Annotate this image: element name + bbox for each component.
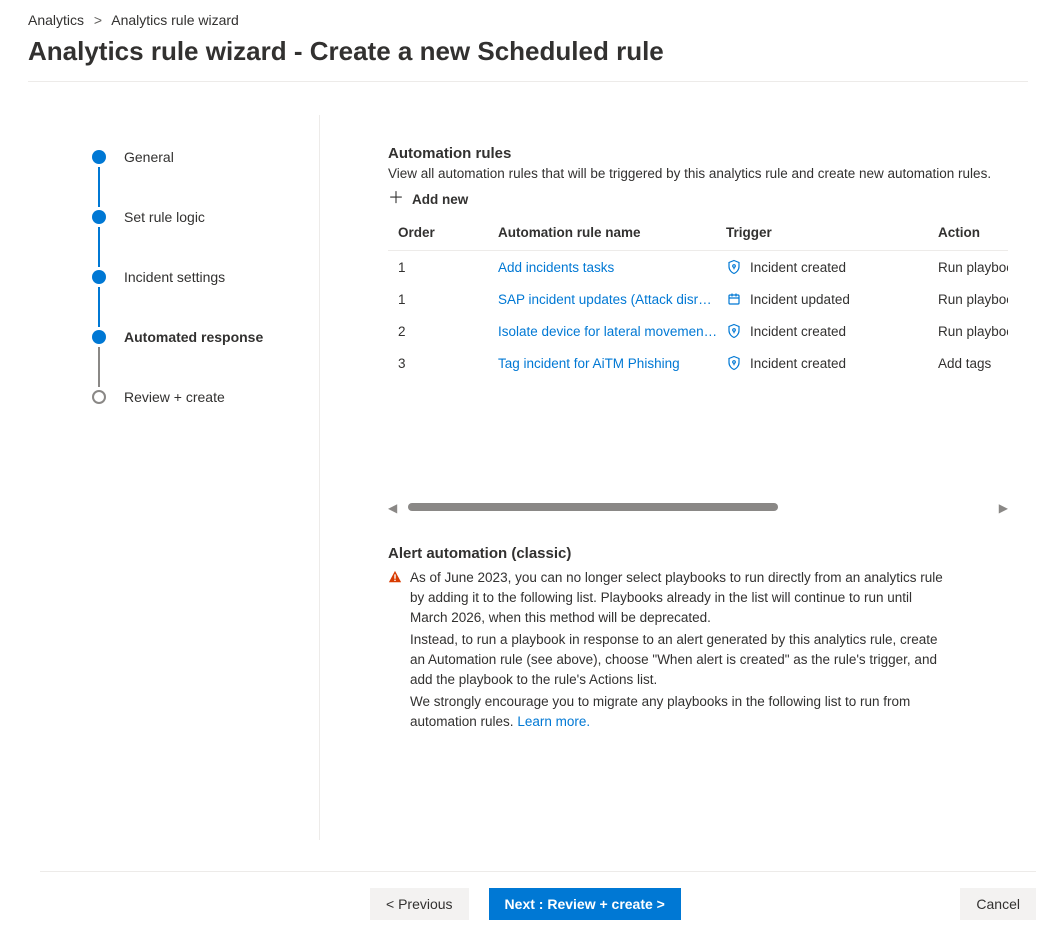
cell-order: 1 — [398, 292, 498, 307]
shield-icon — [726, 323, 742, 339]
step-incident-settings[interactable]: Incident settings — [92, 265, 319, 289]
step-label: Automated response — [124, 329, 263, 345]
cell-trigger: Incident created — [726, 323, 938, 339]
automation-rules-title: Automation rules — [388, 145, 1036, 162]
cell-action: Add tags — [938, 356, 1008, 371]
step-review-create[interactable]: Review + create — [92, 385, 319, 409]
shield-icon — [726, 259, 742, 275]
page-title: Analytics rule wizard - Create a new Sch… — [0, 36, 1056, 81]
col-header-name[interactable]: Automation rule name — [498, 225, 726, 240]
cell-order: 1 — [398, 260, 498, 275]
breadcrumb: Analytics > Analytics rule wizard — [0, 0, 1056, 36]
rule-name-link[interactable]: Add incidents tasks — [498, 260, 726, 275]
alert-paragraph: As of June 2023, you can no longer selec… — [410, 568, 948, 628]
alert-text: As of June 2023, you can no longer selec… — [410, 568, 948, 734]
scroll-track[interactable] — [408, 503, 988, 511]
divider — [28, 81, 1028, 82]
automation-rules-table: Order Automation rule name Trigger Actio… — [388, 215, 1008, 379]
step-label: Incident settings — [124, 269, 225, 285]
next-button[interactable]: Next : Review + create > — [489, 888, 681, 920]
cell-action: Run playbook — [938, 324, 1008, 339]
rule-name-link[interactable]: SAP incident updates (Attack disruption) — [498, 292, 726, 307]
cell-action: Run playbook — [938, 292, 1008, 307]
add-new-label: Add new — [412, 192, 468, 207]
step-connector — [98, 167, 100, 207]
scroll-left-icon[interactable]: ◀ — [388, 501, 397, 515]
step-dot-icon — [92, 390, 106, 404]
alert-paragraph: We strongly encourage you to migrate any… — [410, 692, 948, 732]
wizard-stepper: General Set rule logic Incident settings… — [40, 115, 320, 840]
rule-name-link[interactable]: Isolate device for lateral movement tact… — [498, 324, 726, 339]
plus-icon: ＋ — [388, 191, 404, 207]
horizontal-scrollbar[interactable]: ◀ ▶ — [388, 499, 1008, 515]
table-header: Order Automation rule name Trigger Actio… — [388, 215, 1008, 251]
col-header-trigger[interactable]: Trigger — [726, 225, 938, 240]
cell-trigger: Incident updated — [726, 291, 938, 307]
update-icon — [726, 291, 742, 307]
step-label: General — [124, 149, 174, 165]
previous-button[interactable]: < Previous — [370, 888, 469, 920]
scroll-thumb[interactable] — [408, 503, 778, 511]
step-label: Set rule logic — [124, 209, 205, 225]
table-row: 3Tag incident for AiTM PhishingIncident … — [388, 347, 1008, 379]
col-header-order[interactable]: Order — [398, 225, 498, 240]
breadcrumb-separator: > — [94, 12, 102, 28]
step-set-rule-logic[interactable]: Set rule logic — [92, 205, 319, 229]
step-label: Review + create — [124, 389, 225, 405]
col-header-action[interactable]: Action — [938, 225, 1008, 240]
cell-order: 3 — [398, 356, 498, 371]
learn-more-link[interactable]: Learn more. — [517, 714, 590, 729]
wizard-footer: < Previous Next : Review + create > Canc… — [40, 871, 1036, 920]
shield-icon — [726, 355, 742, 371]
step-dot-icon — [92, 270, 106, 284]
table-row: 1SAP incident updates (Attack disruption… — [388, 283, 1008, 315]
alert-automation-title: Alert automation (classic) — [388, 545, 948, 562]
cancel-button[interactable]: Cancel — [960, 888, 1036, 920]
step-general[interactable]: General — [92, 145, 319, 169]
step-dot-icon — [92, 210, 106, 224]
cell-trigger: Incident created — [726, 355, 938, 371]
step-automated-response[interactable]: Automated response — [92, 325, 319, 349]
breadcrumb-current: Analytics rule wizard — [111, 12, 239, 28]
step-connector — [98, 287, 100, 327]
cell-action: Run playbook — [938, 260, 1008, 275]
step-dot-icon — [92, 330, 106, 344]
step-connector — [98, 347, 100, 387]
table-row: 2Isolate device for lateral movement tac… — [388, 315, 1008, 347]
table-row: 1Add incidents tasksIncident createdRun … — [388, 251, 1008, 283]
breadcrumb-root[interactable]: Analytics — [28, 12, 84, 28]
step-connector — [98, 227, 100, 267]
rule-name-link[interactable]: Tag incident for AiTM Phishing — [498, 356, 726, 371]
automation-rules-desc: View all automation rules that will be t… — [388, 166, 1036, 181]
scroll-right-icon[interactable]: ▶ — [999, 501, 1008, 515]
step-dot-icon — [92, 150, 106, 164]
cell-order: 2 — [398, 324, 498, 339]
warning-icon — [388, 570, 402, 584]
cell-trigger: Incident created — [726, 259, 938, 275]
add-new-button[interactable]: ＋ Add new — [388, 191, 1036, 207]
alert-paragraph: Instead, to run a playbook in response t… — [410, 630, 948, 690]
